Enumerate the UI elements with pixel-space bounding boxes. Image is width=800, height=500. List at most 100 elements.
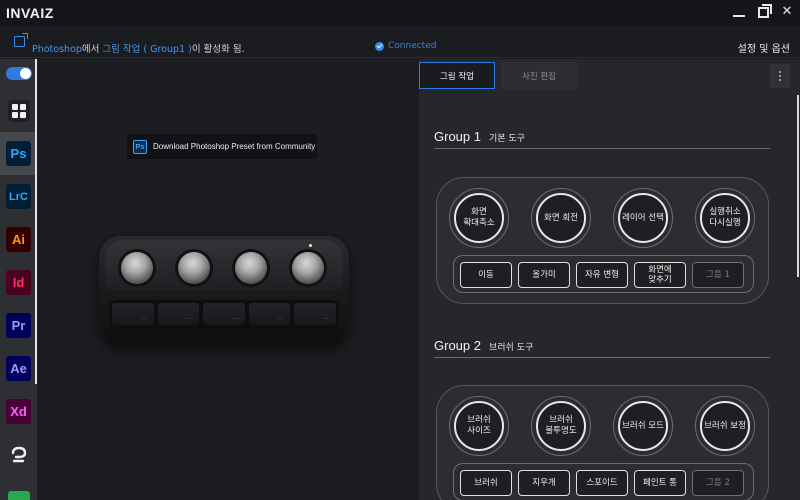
dial-label: 브러쉬 모드 (618, 401, 668, 451)
device-knob-4[interactable] (292, 252, 324, 284)
device-led (309, 244, 312, 247)
sidebar-item-after-effects[interactable]: Ae (0, 347, 37, 390)
dial-label: 브러쉬 보정 (700, 401, 750, 451)
dial-label: 브러쉬 사이즈 (454, 401, 504, 451)
download-preset-button[interactable]: Ps Download Photoshop Preset from Commun… (127, 134, 317, 159)
device-key-1[interactable] (112, 303, 154, 325)
app-partial-icon (7, 491, 30, 500)
device-keys (109, 300, 339, 328)
key-button[interactable]: 지우개 (518, 470, 570, 496)
more-options-button[interactable] (770, 64, 790, 88)
photoshop-small-icon: Ps (133, 139, 147, 154)
key-button[interactable]: 페인트 통 (634, 470, 686, 496)
group-1-header: Group 1 기본 도구 (434, 129, 525, 144)
sidebar-item-clip-studio[interactable] (0, 433, 37, 476)
dial-slot[interactable]: 실행취소 다시실행 (695, 188, 755, 248)
dial-slot[interactable]: 브러쉬 모드 (613, 396, 673, 456)
download-preset-label: Download Photoshop Preset from Community (153, 142, 316, 151)
dial-slot[interactable]: 레이어 선택 (613, 188, 673, 248)
group-2-box: 브러쉬 사이즈 브러쉬 불투명도 브러쉬 모드 브러쉬 보정 브러쉬 지우개 스… (436, 385, 769, 500)
minimize-icon (733, 15, 745, 17)
group-switch-button[interactable]: 그룹 1 (692, 262, 744, 288)
dial-slot[interactable]: 화면 확대축소 (449, 188, 509, 248)
status-text-part2: 이 활성화 됨. (191, 44, 245, 55)
tab-photo-edit[interactable]: 사진 편집 (501, 62, 577, 89)
close-icon: ✕ (781, 4, 793, 19)
device-knob-2[interactable] (178, 252, 210, 284)
maximize-button[interactable] (756, 3, 772, 19)
dial-label: 화면 회전 (536, 193, 586, 243)
panel-scrollbar[interactable] (797, 95, 799, 277)
key-button[interactable]: 브러쉬 (460, 470, 512, 496)
after-effects-icon: Ae (6, 356, 31, 381)
close-button[interactable]: ✕ (780, 5, 794, 19)
settings-options-link[interactable]: 설정 및 옵션 (738, 40, 790, 55)
key-button[interactable]: 이동 (460, 262, 512, 288)
external-link-icon (14, 33, 28, 47)
device-preview-area: Ps Download Photoshop Preset from Commun… (37, 59, 419, 500)
group-1-divider (434, 148, 770, 149)
key-row: 브러쉬 지우개 스포이드 페인트 통 그룹 2 (453, 463, 754, 500)
device-knob-3[interactable] (235, 252, 267, 284)
group-1-box: 화면 확대축소 화면 회전 레이어 선택 실행취소 다시실행 이동 올가미 자유… (436, 177, 769, 304)
key-button[interactable]: 자유 변형 (576, 262, 628, 288)
device-key-3[interactable] (203, 303, 245, 325)
sidebar-item-indesign[interactable]: Id (0, 261, 37, 304)
sidebar-item-premiere[interactable]: Pr (0, 304, 37, 347)
connection-label: Connected (388, 41, 437, 51)
lightroom-classic-icon: LrC (6, 184, 31, 209)
status-message: Photoshop에서 그림 작업 ( Group1 )이 활성화 됨. (32, 41, 245, 55)
group-2-header: Group 2 브러쉬 도구 (434, 338, 533, 353)
device-key-5[interactable] (294, 303, 336, 325)
sidebar-item-more-app[interactable] (0, 479, 37, 500)
enable-toggle[interactable] (6, 67, 32, 80)
group-2-subtitle: 브러쉬 도구 (488, 343, 534, 353)
key-row: 이동 올가미 자유 변형 화면에 맞추기 그룹 1 (453, 255, 754, 293)
maximize-icon (757, 3, 772, 18)
invaiz-device (99, 236, 349, 346)
workspace-tabs: 그림 작업 사진 편집 (419, 59, 800, 91)
clip-studio-icon (11, 446, 26, 462)
dial-slot[interactable]: 화면 회전 (531, 188, 591, 248)
dial-slot[interactable]: 브러쉬 보정 (695, 396, 755, 456)
indesign-icon: Id (6, 270, 31, 295)
sidebar-item-lightroom-classic[interactable]: LrC (0, 175, 37, 218)
key-button[interactable]: 올가미 (518, 262, 570, 288)
key-button[interactable]: 스포이드 (576, 470, 628, 496)
app-logo: INVAIZ (6, 5, 54, 21)
device-key-4[interactable] (248, 303, 291, 325)
group-switch-button[interactable]: 그룹 2 (692, 470, 744, 496)
dial-label: 실행취소 다시실행 (700, 193, 750, 243)
status-bar: Photoshop에서 그림 작업 ( Group1 )이 활성화 됨. Con… (0, 26, 800, 58)
device-key-2[interactable] (157, 303, 200, 325)
illustrator-icon: Ai (6, 227, 31, 252)
title-bar: INVAIZ ✕ (0, 0, 800, 26)
mapping-panel: 그림 작업 사진 편집 Group 1 기본 도구 화면 확대축소 화면 회전 … (419, 59, 800, 500)
tab-drawing[interactable]: 그림 작업 (419, 62, 495, 89)
dial-slot[interactable]: 브러쉬 불투명도 (531, 396, 591, 456)
premiere-icon: Pr (6, 313, 31, 338)
dial-label: 화면 확대축소 (454, 193, 504, 243)
dial-slot[interactable]: 브러쉬 사이즈 (449, 396, 509, 456)
status-app-name: Photoshop (32, 44, 82, 55)
app-sidebar: Ps LrC Ai Id Pr Ae Xd (0, 59, 37, 500)
device-knob-1[interactable] (121, 252, 153, 284)
sidebar-item-xd[interactable]: Xd (0, 390, 37, 433)
group-1-title: Group 1 (434, 129, 481, 144)
minimize-button[interactable] (732, 5, 746, 19)
dial-label: 브러쉬 불투명도 (536, 401, 586, 451)
key-button[interactable]: 화면에 맞추기 (634, 262, 686, 288)
dial-label: 레이어 선택 (618, 193, 668, 243)
check-circle-icon (375, 41, 384, 51)
connection-status: Connected (375, 41, 436, 51)
group-2-title: Group 2 (434, 338, 481, 353)
sidebar-item-dashboard[interactable] (0, 89, 37, 132)
status-workspace: 그림 작업 ( Group1 ) (102, 44, 192, 55)
sidebar-item-photoshop[interactable]: Ps (0, 132, 37, 175)
grid-icon (7, 99, 30, 122)
group-1-subtitle: 기본 도구 (488, 134, 525, 144)
sidebar-item-illustrator[interactable]: Ai (0, 218, 37, 261)
window-controls: ✕ (732, 3, 794, 19)
xd-icon: Xd (6, 399, 31, 424)
group-2-divider (434, 357, 770, 358)
